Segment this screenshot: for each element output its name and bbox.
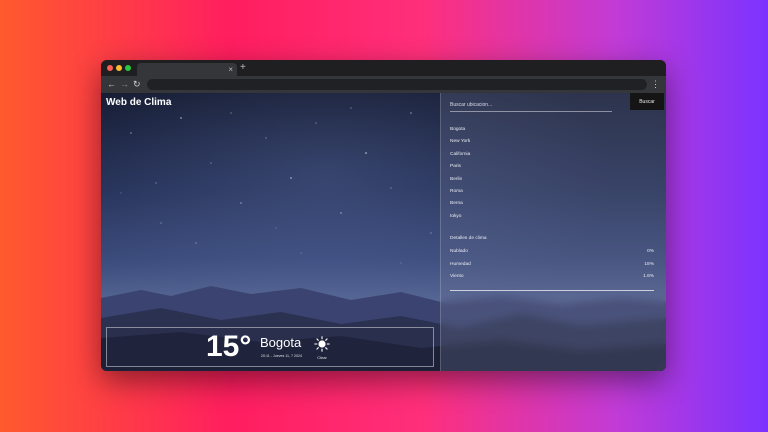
close-window-button[interactable] bbox=[107, 65, 113, 71]
city-list: Bogota New York California Paris Berlin … bbox=[450, 124, 470, 223]
detail-value: 0% bbox=[647, 249, 654, 254]
sun-icon bbox=[314, 336, 330, 352]
browser-toolbar: ← → ↻ ⋮ bbox=[101, 76, 666, 93]
city-item-berna[interactable]: Berna bbox=[450, 198, 470, 210]
city-item-tokyo[interactable]: tokyo bbox=[450, 211, 470, 223]
address-bar[interactable] bbox=[147, 79, 647, 90]
city-item-bogota[interactable]: Bogota bbox=[450, 124, 470, 136]
city-item-california[interactable]: California bbox=[450, 149, 470, 161]
city-item-paris[interactable]: Paris bbox=[450, 161, 470, 173]
current-city-name: Bogota bbox=[260, 335, 302, 350]
tab-close-icon[interactable]: × bbox=[228, 64, 233, 75]
browser-tab[interactable]: × bbox=[137, 63, 237, 76]
temperature: 15° bbox=[206, 330, 252, 363]
minimize-window-button[interactable] bbox=[116, 65, 122, 71]
back-icon[interactable]: ← bbox=[107, 78, 116, 91]
detail-row-wind: Viento 1.6% bbox=[450, 274, 654, 284]
city-item-berlin[interactable]: Berlin bbox=[450, 174, 470, 186]
browser-window: × + ← → ↻ ⋮ Web de Clima Buscar ubicacio… bbox=[101, 60, 666, 371]
details-title: Detalles de clima bbox=[450, 236, 487, 241]
city-item-roma[interactable]: Roma bbox=[450, 186, 470, 198]
reload-icon[interactable]: ↻ bbox=[133, 78, 141, 91]
forward-icon[interactable]: → bbox=[120, 78, 129, 91]
weather-condition: Clear bbox=[317, 355, 327, 360]
search-button[interactable]: Buscar bbox=[630, 93, 664, 110]
app-title: Web de Clima bbox=[106, 97, 172, 108]
divider bbox=[450, 290, 654, 291]
search-input[interactable] bbox=[450, 98, 612, 112]
detail-row-humidity: Humedad 18% bbox=[450, 262, 654, 272]
detail-value: 1.6% bbox=[643, 274, 654, 279]
tab-bar: × + bbox=[101, 60, 666, 76]
sidebar-panel: Buscar Bogota New York California Paris … bbox=[440, 93, 666, 371]
city-item-new-york[interactable]: New York bbox=[450, 136, 470, 148]
menu-icon[interactable]: ⋮ bbox=[651, 78, 660, 91]
detail-label: Nublado bbox=[450, 249, 468, 254]
detail-value: 18% bbox=[644, 262, 654, 267]
current-datetime: 20:11 - Jueves 11, 7 2024 bbox=[261, 354, 303, 358]
page-viewport: Web de Clima Buscar Bogota New York Cali… bbox=[101, 93, 666, 371]
new-tab-icon[interactable]: + bbox=[240, 62, 246, 74]
current-weather-card: 15° Bogota 20:11 - Jueves 11, 7 2024 Cle… bbox=[106, 327, 434, 367]
maximize-window-button[interactable] bbox=[125, 65, 131, 71]
detail-row-cloudy: Nublado 0% bbox=[450, 249, 654, 259]
detail-label: Humedad bbox=[450, 262, 471, 267]
detail-label: Viento bbox=[450, 274, 464, 279]
